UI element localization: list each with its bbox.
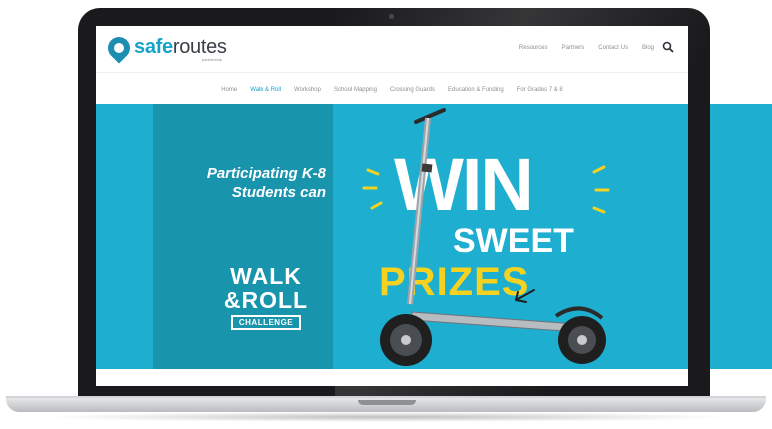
nav-item-workshop[interactable]: Workshop (294, 87, 321, 93)
utility-nav: Resources Partners Contact Us Blog (519, 45, 654, 51)
camera-icon (389, 14, 394, 19)
utility-link-resources[interactable]: Resources (519, 45, 548, 51)
map-pin-inner (114, 43, 124, 53)
utility-link-blog[interactable]: Blog (642, 45, 654, 51)
nav-item-home[interactable]: Home (221, 87, 237, 93)
site-logo[interactable]: saferoutes (134, 36, 227, 59)
laptop-screen: saferoutes partnership Resources Partner… (96, 26, 688, 386)
nav-item-walk-roll[interactable]: Walk & Roll (250, 87, 281, 93)
nav-item-school-mapping[interactable]: School Mapping (334, 87, 377, 93)
kick-scooter-icon (380, 108, 606, 366)
nav-item-crossing-guards[interactable]: Crossing Guards (390, 87, 435, 93)
hero-bottom-strip (96, 369, 688, 386)
logo-text-routes: routes (172, 36, 227, 58)
hero-banner[interactable]: Participating K-8 Students can WALK &ROL… (96, 104, 688, 369)
utility-link-contact[interactable]: Contact Us (598, 45, 628, 51)
logo-subtitle: partnership (202, 57, 223, 62)
site-header: saferoutes partnership Resources Partner… (96, 26, 688, 72)
laptop-shadow (40, 412, 732, 422)
utility-link-partners[interactable]: Partners (562, 45, 585, 51)
laptop-notch (358, 400, 416, 405)
main-nav: Home Walk & Roll Workshop School Mapping… (96, 72, 688, 107)
nav-item-education-funding[interactable]: Education & Funding (448, 87, 504, 93)
logo-text-safe: safe (134, 36, 173, 58)
search-icon[interactable] (662, 41, 674, 53)
nav-item-grades-7-8[interactable]: For Grades 7 & 8 (517, 87, 563, 93)
